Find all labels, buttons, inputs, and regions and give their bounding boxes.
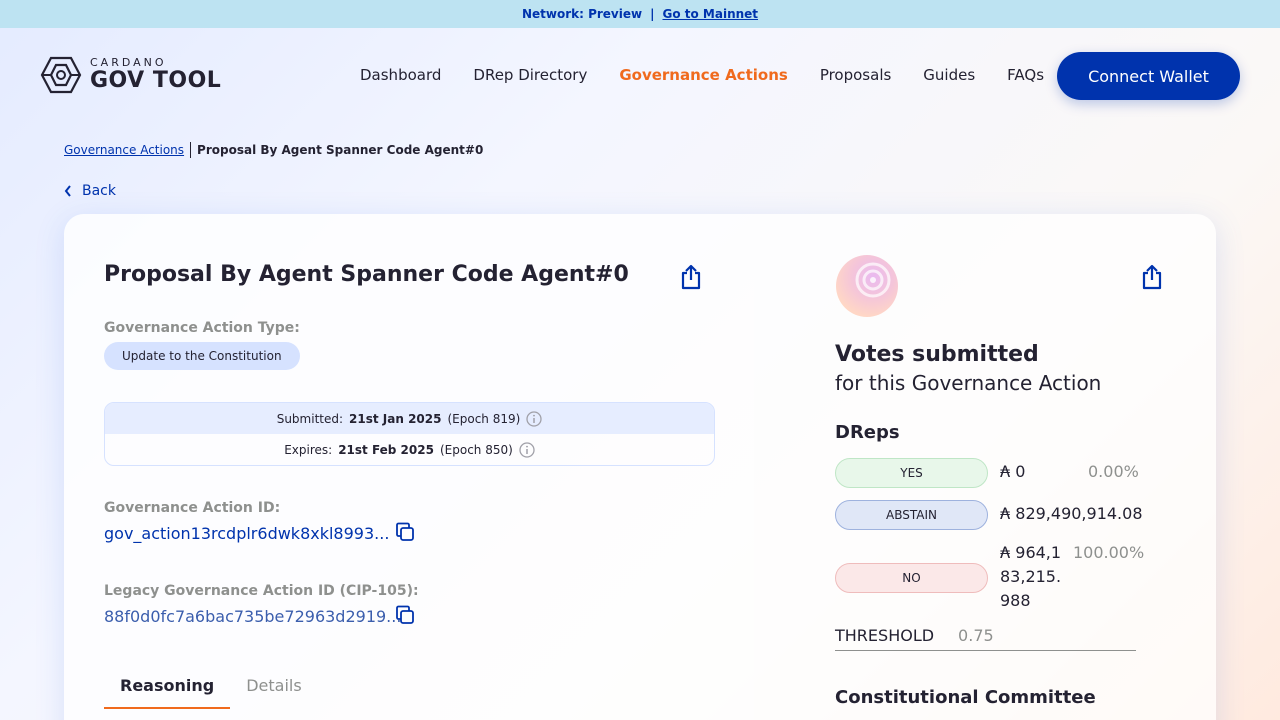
nav-proposals[interactable]: Proposals — [820, 66, 891, 84]
dreps-heading: DReps — [835, 422, 900, 443]
legacy-id-label: Legacy Governance Action ID (CIP-105): — [104, 583, 419, 599]
action-type-chip: Update to the Constitution — [104, 342, 300, 370]
network-separator: | — [650, 7, 655, 21]
copy-icon[interactable] — [395, 522, 415, 542]
threshold-row: THRESHOLD 0.75 — [835, 626, 1136, 651]
nav-dashboard[interactable]: Dashboard — [360, 66, 441, 84]
nav-guides[interactable]: Guides — [923, 66, 975, 84]
breadcrumb: Governance Actions Proposal By Agent Spa… — [64, 142, 483, 158]
submitted-date: 21st Jan 2025 — [349, 411, 442, 426]
proposal-details-panel: Proposal By Agent Spanner Code Agent#0 G… — [64, 214, 754, 720]
nav-faqs[interactable]: FAQs — [1007, 66, 1044, 84]
breadcrumb-current: Proposal By Agent Spanner Code Agent#0 — [197, 143, 484, 157]
nav-drep-directory[interactable]: DRep Directory — [473, 66, 587, 84]
copy-icon[interactable] — [395, 605, 415, 625]
nav-governance-actions[interactable]: Governance Actions — [619, 66, 787, 84]
cc-heading: Constitutional Committee — [835, 687, 1096, 708]
info-icon[interactable] — [526, 410, 542, 427]
votes-avatar-icon — [836, 255, 898, 317]
share-icon[interactable] — [679, 264, 703, 290]
logo-hexagon-icon — [40, 56, 82, 94]
info-icon[interactable] — [519, 441, 535, 458]
dates-box: Submitted: 21st Jan 2025 (Epoch 819) Exp… — [104, 402, 715, 466]
tab-details[interactable]: Details — [230, 672, 317, 709]
submitted-row: Submitted: 21st Jan 2025 (Epoch 819) — [105, 403, 714, 434]
main-nav: Dashboard DRep Directory Governance Acti… — [360, 66, 1044, 84]
vote-no-percent: 100.00% — [1073, 543, 1145, 562]
votes-title: Votes submitted — [835, 342, 1039, 367]
vote-abstain-pill: ABSTAIN — [835, 500, 988, 530]
chevron-left-icon — [64, 185, 71, 197]
connect-wallet-button[interactable]: Connect Wallet — [1057, 52, 1240, 100]
legacy-id-link[interactable]: 88f0d0fc7a6bac735be72963d2919... — [104, 607, 401, 626]
votes-subtitle: for this Governance Action — [835, 371, 1102, 395]
threshold-label: THRESHOLD — [835, 626, 935, 645]
submitted-epoch: (Epoch 819) — [447, 411, 521, 426]
breadcrumb-governance-actions[interactable]: Governance Actions — [64, 143, 184, 157]
vote-yes-percent: 0.00% — [1088, 462, 1139, 481]
votes-panel: Votes submitted for this Governance Acti… — [754, 214, 1216, 720]
network-banner: Network: Preview | Go to Mainnet — [0, 0, 1280, 28]
proposal-title: Proposal By Agent Spanner Code Agent#0 — [104, 262, 629, 287]
expires-row: Expires: 21st Feb 2025 (Epoch 850) — [105, 434, 714, 465]
vote-yes-amount: ₳ 0 — [1000, 462, 1026, 481]
submitted-prefix: Submitted: — [276, 411, 344, 426]
logo[interactable]: CARDANO GOV TOOL — [40, 56, 221, 94]
threshold-value: 0.75 — [958, 626, 994, 645]
logo-big-text: GOV TOOL — [90, 68, 222, 93]
action-type-label: Governance Action Type: — [104, 320, 300, 336]
share-icon[interactable] — [1140, 264, 1164, 290]
vote-abstain-amount: ₳ 829,490,914.08 — [1000, 504, 1143, 523]
action-id-label: Governance Action ID: — [104, 500, 281, 516]
header: CARDANO GOV TOOL Dashboard DRep Director… — [0, 28, 1280, 124]
breadcrumb-divider — [190, 142, 192, 158]
back-label: Back — [82, 183, 116, 199]
expires-epoch: (Epoch 850) — [439, 442, 513, 457]
back-button[interactable]: Back — [64, 183, 116, 199]
detail-tabs: Reasoning Details — [104, 672, 318, 709]
vote-no-pill: NO — [835, 563, 988, 593]
vote-yes-pill: YES — [835, 458, 988, 488]
go-to-mainnet-link[interactable]: Go to Mainnet — [662, 7, 758, 21]
vote-no-amount: ₳ 964,183,215.988 — [1000, 543, 1062, 610]
action-id-link[interactable]: gov_action13rcdplr6dwk8xkl8993... — [104, 524, 389, 543]
expires-date: 21st Feb 2025 — [338, 442, 434, 457]
expires-prefix: Expires: — [284, 442, 333, 457]
proposal-card: Proposal By Agent Spanner Code Agent#0 G… — [64, 214, 1216, 720]
tab-reasoning[interactable]: Reasoning — [104, 672, 231, 709]
network-label: Network: Preview — [521, 7, 643, 21]
